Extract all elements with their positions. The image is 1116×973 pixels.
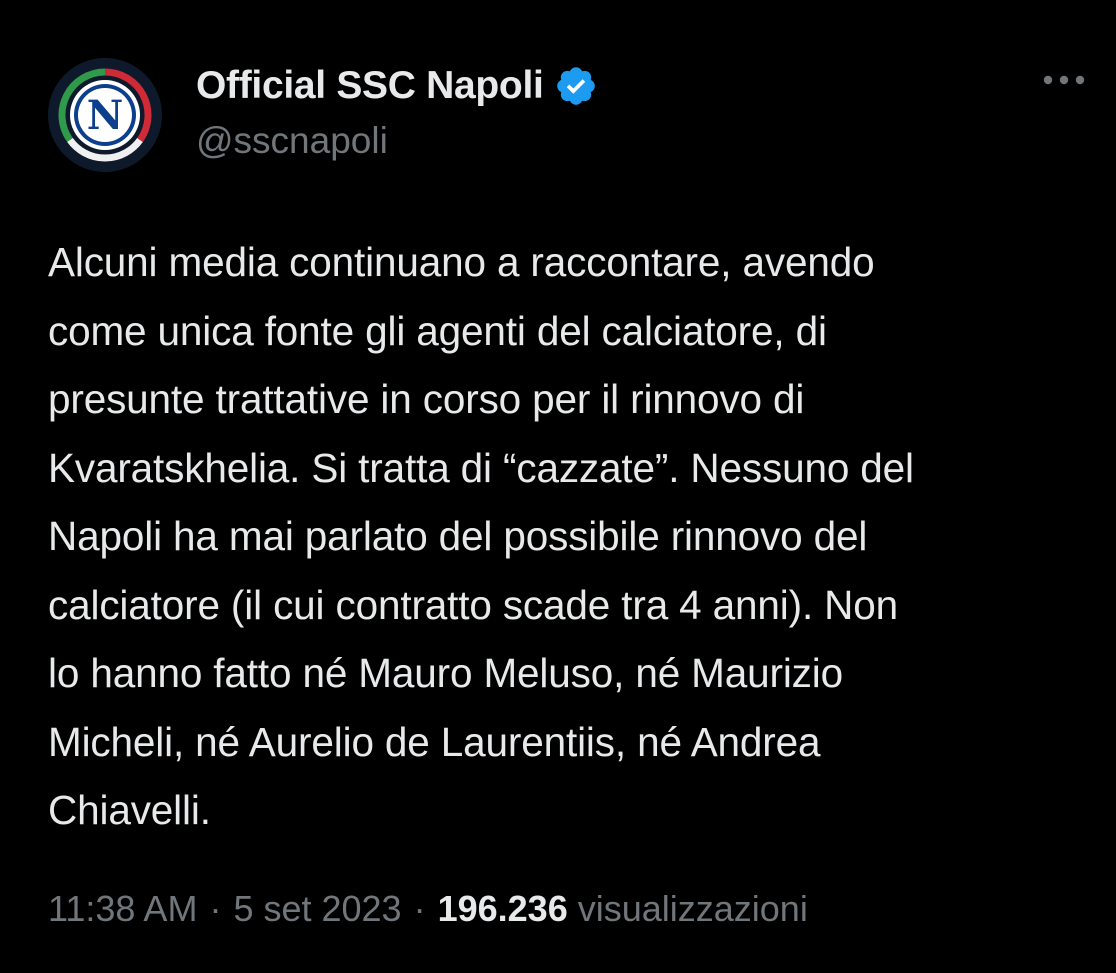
tweet-date[interactable]: 5 set 2023 — [233, 888, 401, 930]
svg-text:N: N — [87, 92, 124, 139]
more-options-button[interactable] — [1040, 70, 1088, 90]
tweet-text-line: Kvaratskhelia. Si tratta di “cazzate”. N… — [48, 444, 914, 491]
tweet-text-line: Chiavelli. — [48, 787, 211, 833]
tweet-text-line: Micheli, né Aurelio de Laurentiis, né An… — [48, 718, 821, 765]
tweet-card: N Official SSC Napoli @sscnapoli Alcuni … — [0, 0, 1116, 973]
views-count[interactable]: 196.236 — [438, 888, 568, 930]
author-block: Official SSC Napoli @sscnapoli — [196, 60, 598, 162]
verified-badge-icon[interactable] — [554, 64, 598, 108]
tweet-text-line: lo hanno fatto né Mauro Meluso, né Mauri… — [48, 650, 844, 696]
meta-separator: · — [413, 888, 426, 929]
author-handle[interactable]: @sscnapoli — [196, 120, 598, 162]
ssc-napoli-logo-icon: N — [48, 58, 162, 172]
views-label: visualizzazioni — [577, 888, 808, 929]
tweet-meta: 11:38 AM · 5 set 2023 · 196.236 visualiz… — [48, 888, 808, 930]
tweet-text-line: come unica fonte gli agenti del calciato… — [48, 307, 827, 354]
tweet-text-line: Napoli ha mai parlato del possibile rinn… — [48, 513, 868, 559]
tweet-text-line: presunte trattative in corso per il rinn… — [48, 376, 805, 422]
more-horizontal-icon — [1043, 75, 1085, 85]
tweet-text-line: Alcuni media continuano a raccontare, av… — [48, 239, 875, 285]
display-name[interactable]: Official SSC Napoli — [196, 64, 544, 108]
tweet-header: N Official SSC Napoli @sscnapoli — [48, 56, 1088, 174]
display-name-row: Official SSC Napoli — [196, 60, 598, 112]
tweet-time[interactable]: 11:38 AM — [48, 888, 197, 930]
avatar[interactable]: N — [48, 58, 162, 172]
tweet-text: Alcuni media continuano a raccontare, av… — [48, 228, 1110, 845]
meta-separator: · — [209, 888, 222, 929]
tweet-text-line: calciatore (il cui contratto scade tra 4… — [48, 581, 899, 628]
